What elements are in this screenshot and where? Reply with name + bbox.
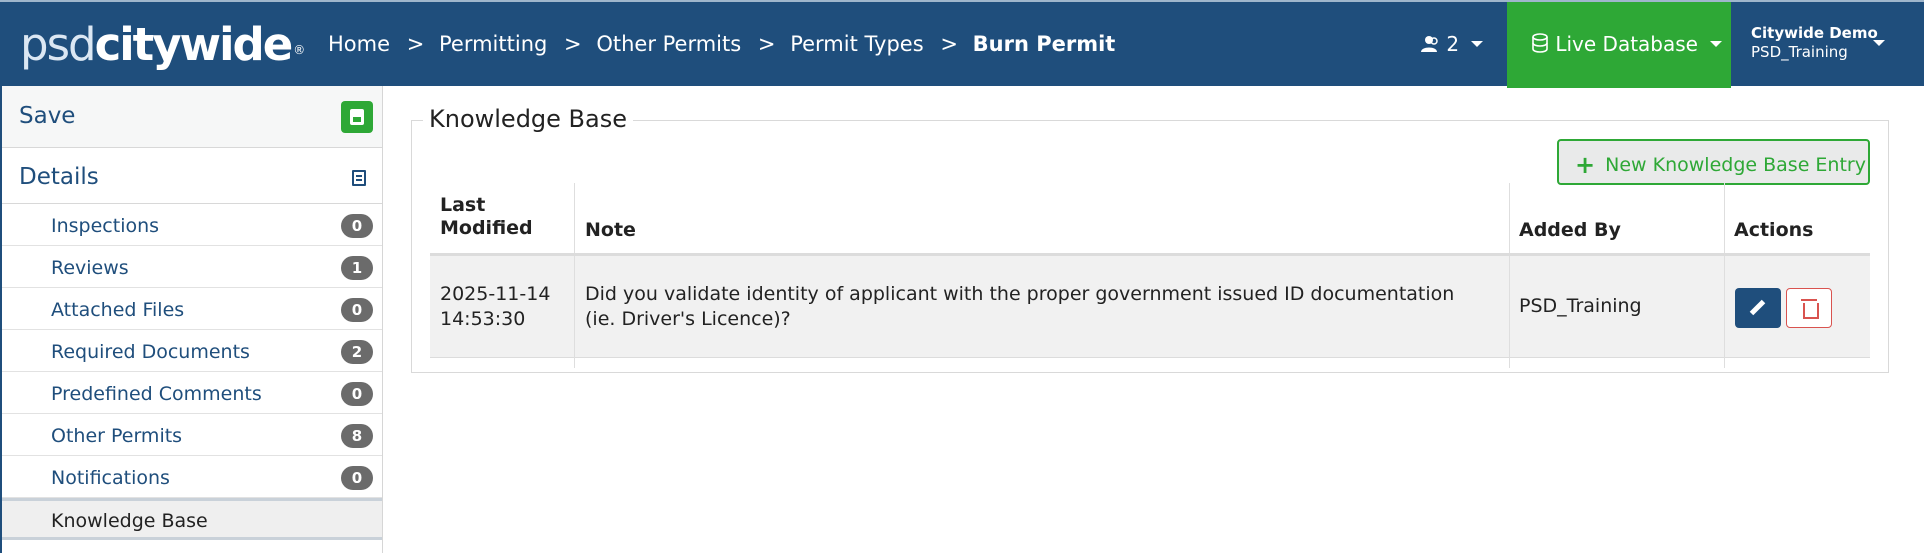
psdcitywide-logo[interactable]: psdcitywide ® [20, 20, 305, 75]
sidebar-item-label: Knowledge Base [51, 510, 208, 532]
count-badge: 2 [341, 340, 373, 364]
details-label: Details [19, 164, 99, 190]
live-database-dropdown[interactable]: Live Database [1507, 2, 1731, 88]
sidebar-item-label: Required Documents [51, 341, 250, 363]
account-dropdown[interactable]: Citywide Demo PSD_Training [1751, 24, 1885, 61]
sidebar-item-predefined-comments[interactable]: Predefined Comments 0 [2, 372, 382, 414]
users-count: 2 [1446, 32, 1460, 56]
sidebar-item-label: Notifications [51, 467, 170, 489]
delete-button[interactable] [1786, 288, 1832, 328]
new-knowledge-base-entry-button[interactable]: + New Knowledge Base Entry [1557, 139, 1870, 185]
sidebar-save-row[interactable]: Save [2, 86, 382, 148]
breadcrumb: Home > Permitting > Other Permits > Perm… [328, 32, 1125, 56]
count-badge: 0 [341, 214, 373, 238]
cell-last-modified: 2025-11-14 14:53:30 [440, 283, 551, 330]
sidebar-details-row[interactable]: Details [2, 148, 382, 204]
new-entry-label: New Knowledge Base Entry [1605, 154, 1866, 176]
users-icon [1421, 36, 1438, 52]
users-online-dropdown[interactable]: 2 [1420, 32, 1484, 56]
count-badge: 0 [341, 466, 373, 490]
account-name: Citywide Demo [1751, 24, 1878, 42]
header-added-by[interactable]: Added By [1519, 219, 1621, 241]
chevron-down-icon [1873, 40, 1885, 46]
sidebar-item-knowledge-base[interactable]: Knowledge Base [2, 498, 382, 540]
sidebar-item-label: Other Permits [51, 425, 183, 447]
column-divider [574, 256, 575, 366]
sidebar-item-attached-files[interactable]: Attached Files 0 [2, 288, 382, 330]
breadcrumb-separator: > [564, 32, 582, 56]
breadcrumb-home[interactable]: Home [328, 32, 390, 56]
count-badge: 8 [341, 424, 373, 448]
breadcrumb-other-permits[interactable]: Other Permits [596, 32, 741, 56]
save-icon[interactable] [341, 101, 373, 133]
sidebar-item-label: Attached Files [51, 299, 185, 321]
sidebar-item-inspections[interactable]: Inspections 0 [2, 204, 382, 246]
breadcrumb-separator: > [757, 32, 776, 56]
chevron-down-icon [1471, 41, 1484, 47]
database-icon [1532, 33, 1548, 53]
column-divider [1724, 256, 1725, 366]
edit-button[interactable] [1735, 288, 1781, 328]
count-badge: 0 [341, 298, 373, 322]
chevron-down-icon [1710, 41, 1723, 47]
cell-added-by: PSD_Training [1519, 295, 1642, 317]
breadcrumb-current: Burn Permit [972, 32, 1116, 56]
breadcrumb-permitting[interactable]: Permitting [439, 32, 547, 56]
sidebar-item-other-permits[interactable]: Other Permits 8 [2, 414, 382, 456]
sidebar-item-label: Inspections [51, 215, 160, 237]
breadcrumb-separator: > [940, 32, 958, 56]
details-icon [352, 170, 366, 186]
account-user: PSD_Training [1751, 43, 1848, 61]
column-divider [1509, 256, 1510, 366]
sidebar: Save Details Inspections 0 Reviews 1 Att… [0, 86, 383, 553]
sidebar-item-label: Reviews [51, 257, 129, 279]
database-label: Live Database [1555, 32, 1698, 56]
count-badge: 0 [341, 382, 373, 406]
sidebar-item-reviews[interactable]: Reviews 1 [2, 246, 382, 288]
breadcrumb-permit-types[interactable]: Permit Types [790, 32, 923, 56]
cell-note: Did you validate identity of applicant w… [585, 283, 1455, 330]
section-title: Knowledge Base [423, 105, 633, 133]
top-navbar: psdcitywide ® Home > Permitting > Other P… [0, 0, 1924, 88]
header-note[interactable]: Note [585, 219, 636, 241]
sidebar-item-notifications[interactable]: Notifications 0 [2, 456, 382, 498]
sidebar-item-required-documents[interactable]: Required Documents 2 [2, 330, 382, 372]
header-actions: Actions [1734, 219, 1814, 241]
save-label: Save [19, 103, 76, 129]
breadcrumb-separator: > [406, 32, 425, 56]
header-last-modified[interactable]: Last Modified [440, 194, 533, 239]
sidebar-item-label: Predefined Comments [51, 383, 262, 405]
count-badge: 1 [341, 256, 373, 280]
plus-icon: + [1575, 151, 1596, 179]
